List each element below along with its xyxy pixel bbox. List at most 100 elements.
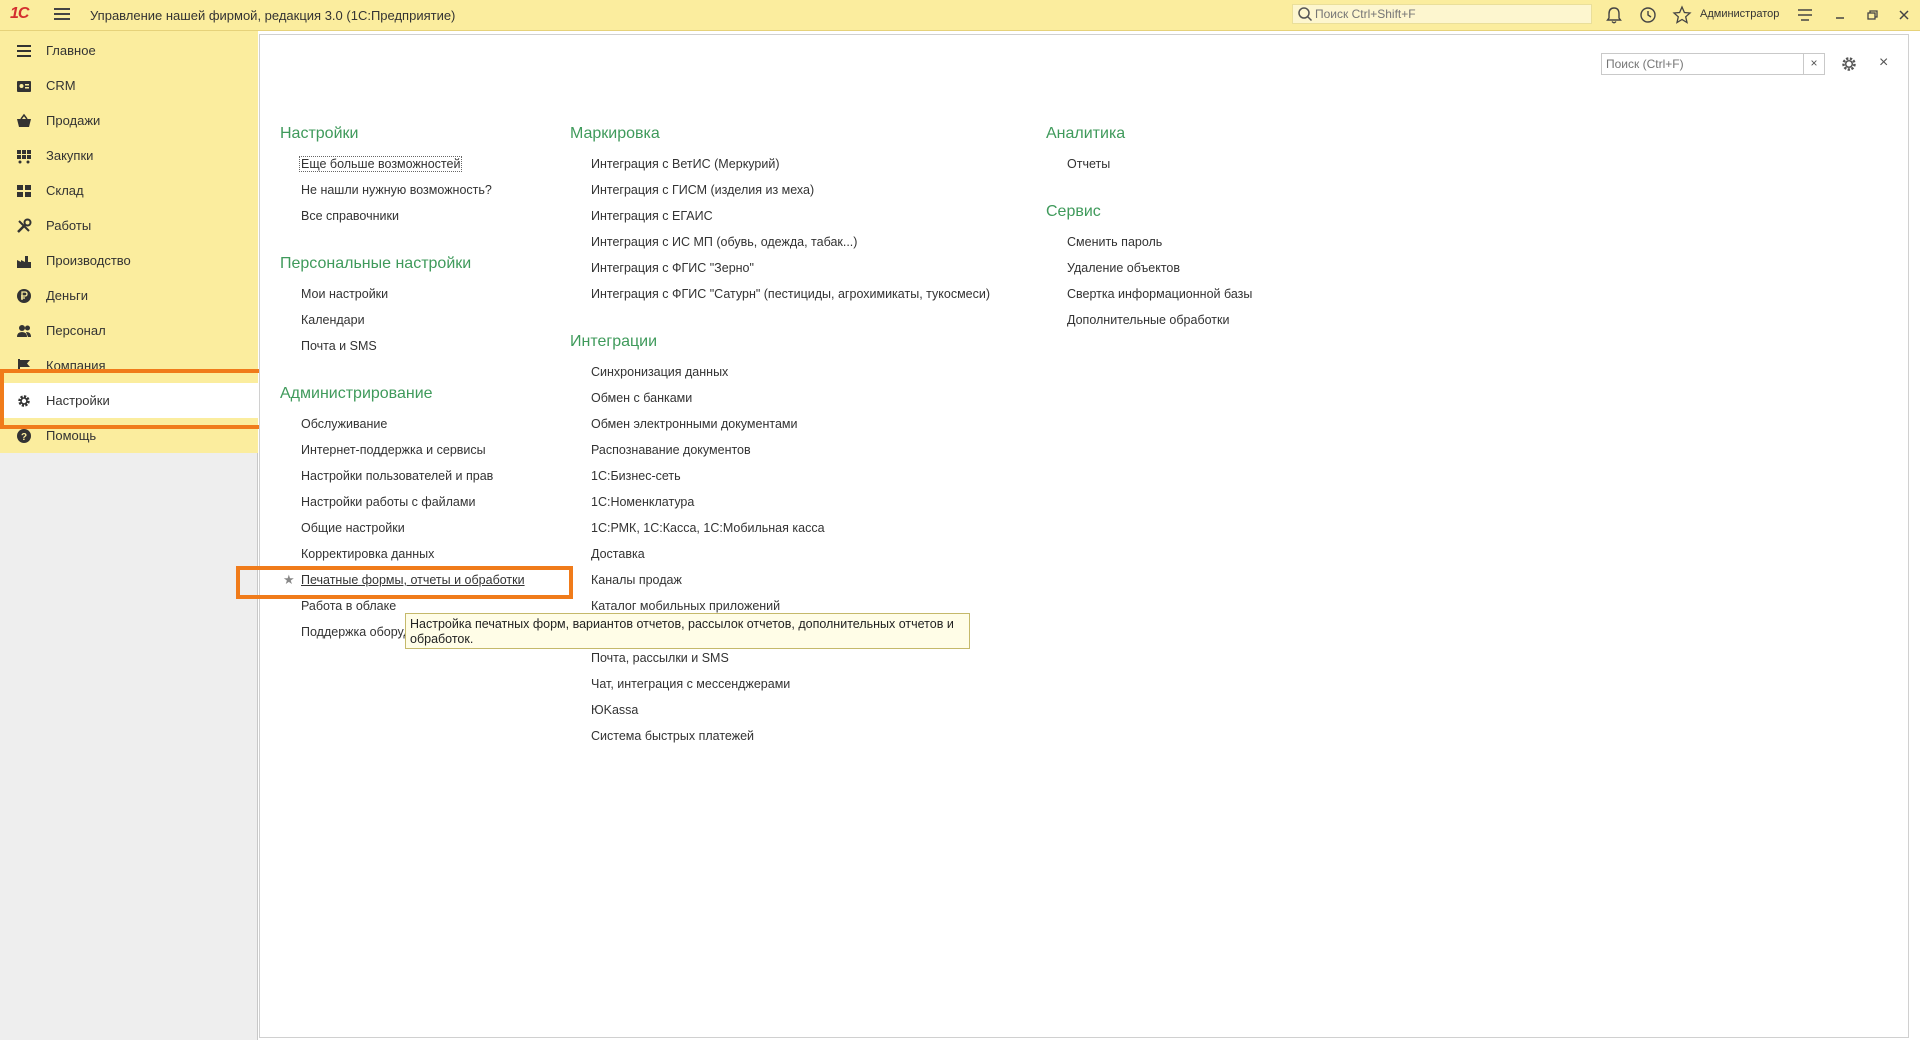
section-title-service: Сервис — [1046, 203, 1101, 220]
settings-panel: × × Настройки Еще больше возможностей Не… — [259, 34, 1909, 1038]
link-nomenclature[interactable]: 1С:Номенклатура — [591, 495, 694, 509]
link-gism[interactable]: Интеграция с ГИСМ (изделия из меха) — [591, 183, 814, 197]
sidebar-item-label: Закупки — [46, 148, 94, 163]
basket-icon — [17, 113, 31, 127]
link-data-sync[interactable]: Синхронизация данных — [591, 365, 728, 379]
link-mail-mailing-sms[interactable]: Почта, рассылки и SMS — [591, 651, 729, 665]
close-icon[interactable] — [1894, 5, 1914, 25]
section-title-admin: Администрирование — [280, 385, 433, 402]
panel-search-input[interactable] — [1606, 56, 1800, 72]
section-title-integrations: Интеграции — [570, 333, 658, 350]
link-is-mp[interactable]: Интеграция с ИС МП (обувь, одежда, табак… — [591, 235, 857, 249]
help-icon: ? — [17, 429, 31, 443]
cart-icon — [17, 150, 31, 164]
link-fgis-saturn[interactable]: Интеграция с ФГИС "Сатурн" (пестициды, а… — [591, 287, 990, 301]
highlight-print-forms — [236, 566, 573, 599]
app-title: Управление нашей фирмой, редакция 3.0 (1… — [90, 8, 456, 23]
link-business-network[interactable]: 1С:Бизнес-сеть — [591, 469, 681, 483]
crm-icon — [17, 81, 31, 92]
svg-text:?: ? — [21, 432, 27, 443]
link-more-features[interactable]: Еще больше возможностей — [299, 156, 463, 172]
sidebar-item-label: Персонал — [46, 323, 106, 338]
link-additional-processing[interactable]: Дополнительные обработки — [1067, 313, 1229, 327]
panel-close-button[interactable]: × — [1879, 54, 1888, 72]
link-bank-exchange[interactable]: Обмен с банками — [591, 391, 692, 405]
factory-icon — [17, 256, 31, 268]
tooltip: Настройка печатных форм, вариантов отчет… — [405, 613, 970, 649]
bell-icon[interactable] — [1604, 5, 1624, 25]
restore-icon[interactable] — [1862, 5, 1882, 25]
link-users-rights[interactable]: Настройки пользователей и прав — [301, 469, 493, 483]
sidebar-item-label: Помощь — [46, 428, 97, 443]
sidebar-item-main[interactable]: Главное — [0, 33, 258, 68]
sidebar-item-label: Производство — [46, 253, 131, 268]
link-not-found-feature[interactable]: Не нашли нужную возможность? — [301, 183, 492, 197]
current-user[interactable]: Администратор — [1700, 8, 1779, 20]
link-my-settings[interactable]: Мои настройки — [301, 287, 388, 301]
section-title-personal: Персональные настройки — [280, 255, 472, 272]
link-all-catalogs[interactable]: Все справочники — [301, 209, 399, 223]
link-delete-objects[interactable]: Удаление объектов — [1067, 261, 1180, 275]
highlight-settings-nav — [0, 369, 270, 429]
link-calendars[interactable]: Календари — [301, 313, 365, 327]
link-vetis[interactable]: Интеграция с ВетИС (Меркурий) — [591, 157, 780, 171]
panel-search[interactable]: × — [1601, 53, 1825, 75]
link-change-password[interactable]: Сменить пароль — [1067, 235, 1162, 249]
link-yukassa[interactable]: ЮKassa — [591, 703, 638, 717]
link-general-settings[interactable]: Общие настройки — [301, 521, 405, 535]
section-title-settings: Настройки — [280, 125, 359, 142]
link-rmk-kassa[interactable]: 1С:РМК, 1С:Касса, 1С:Мобильная касса — [591, 521, 825, 535]
link-edi-exchange[interactable]: Обмен электронными документами — [591, 417, 797, 431]
settings-list-icon[interactable] — [1795, 5, 1815, 25]
search-clear-button[interactable]: × — [1803, 54, 1824, 74]
section-title-marking: Маркировка — [570, 125, 660, 142]
link-files-settings[interactable]: Настройки работы с файлами — [301, 495, 475, 509]
link-data-correction[interactable]: Корректировка данных — [301, 547, 434, 561]
sidebar-item-money[interactable]: Деньги — [0, 278, 258, 313]
hamburger-icon — [17, 45, 31, 57]
gear-icon[interactable] — [1840, 55, 1858, 73]
link-egais[interactable]: Интеграция с ЕГАИС — [591, 209, 713, 223]
global-search-input[interactable] — [1315, 6, 1585, 22]
link-infobase-rollup[interactable]: Свертка информационной базы — [1067, 287, 1252, 301]
global-search[interactable] — [1292, 4, 1592, 24]
link-maintenance[interactable]: Обслуживание — [301, 417, 387, 431]
link-mobile-apps-catalog[interactable]: Каталог мобильных приложений — [591, 599, 780, 613]
sidebar-item-works[interactable]: Работы — [0, 208, 258, 243]
menu-icon[interactable] — [54, 8, 70, 23]
history-icon[interactable] — [1638, 5, 1658, 25]
sidebar-item-label: Продажи — [46, 113, 101, 128]
link-fast-payments[interactable]: Система быстрых платежей — [591, 729, 754, 743]
link-internet-support[interactable]: Интернет-поддержка и сервисы — [301, 443, 486, 457]
sidebar-item-label: CRM — [46, 78, 76, 93]
minimize-icon[interactable] — [1830, 5, 1850, 25]
sidebar-item-sales[interactable]: Продажи — [0, 103, 258, 138]
star-icon[interactable] — [1672, 5, 1692, 25]
section-title-analytics: Аналитика — [1046, 125, 1126, 142]
warehouse-icon — [17, 185, 31, 197]
ruble-icon — [17, 289, 31, 303]
search-icon — [1298, 7, 1313, 22]
title-bar: 1С Управление нашей фирмой, редакция 3.0… — [0, 0, 1920, 31]
link-mail-sms[interactable]: Почта и SMS — [301, 339, 377, 353]
sidebar-item-label: Работы — [46, 218, 92, 233]
link-fgis-zerno[interactable]: Интеграция с ФГИС "Зерно" — [591, 261, 754, 275]
link-doc-recognition[interactable]: Распознавание документов — [591, 443, 751, 457]
link-sales-channels[interactable]: Каналы продаж — [591, 573, 682, 587]
sections-panel: Главное CRM Продажи Закупки Склад Работы… — [0, 31, 258, 1040]
sidebar-item-warehouse[interactable]: Склад — [0, 173, 258, 208]
link-chat-messengers[interactable]: Чат, интеграция с мессенджерами — [591, 677, 790, 691]
sidebar-item-label: Склад — [46, 183, 84, 198]
tools-icon — [17, 218, 32, 233]
sidebar-item-production[interactable]: Производство — [0, 243, 258, 278]
link-delivery[interactable]: Доставка — [591, 547, 645, 561]
sidebar-item-crm[interactable]: CRM — [0, 68, 258, 103]
1c-logo[interactable]: 1С — [10, 5, 29, 23]
sidebar-item-purchases[interactable]: Закупки — [0, 138, 258, 173]
link-reports[interactable]: Отчеты — [1067, 157, 1110, 171]
people-icon — [17, 325, 31, 337]
sidebar-item-personnel[interactable]: Персонал — [0, 313, 258, 348]
sidebar-item-label: Главное — [46, 43, 96, 58]
link-cloud-work[interactable]: Работа в облаке — [301, 599, 396, 613]
sidebar-item-label: Деньги — [46, 288, 88, 303]
